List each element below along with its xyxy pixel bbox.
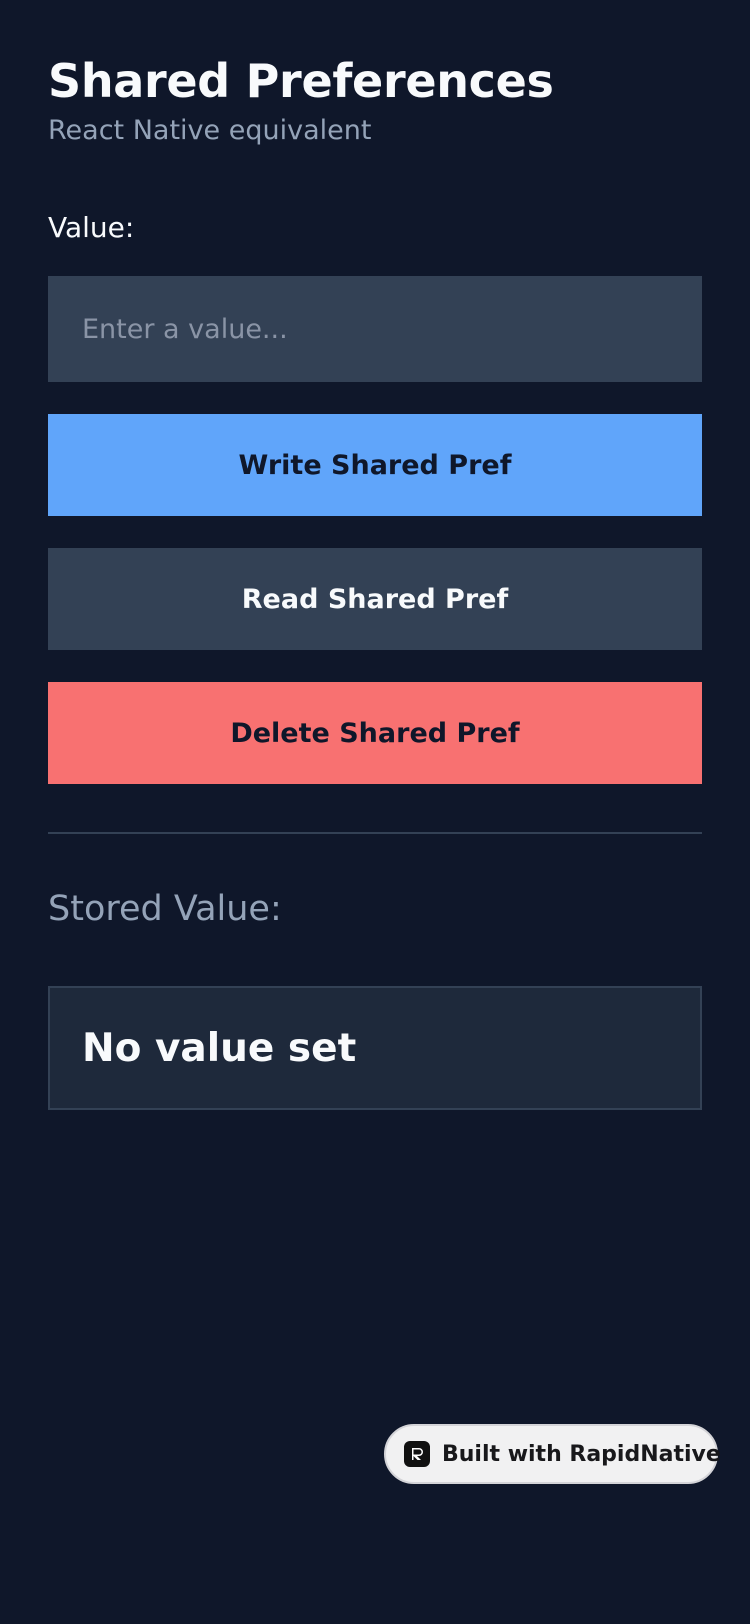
value-input[interactable] [48,276,702,382]
write-shared-pref-button[interactable]: Write Shared Pref [48,414,702,516]
app-screen: Shared Preferences React Native equivale… [0,0,750,1624]
delete-shared-pref-button[interactable]: Delete Shared Pref [48,682,702,784]
rapidnative-logo-icon [404,1441,430,1467]
built-with-rapidnative-badge[interactable]: Built with RapidNative [384,1424,721,1484]
page-title: Shared Preferences [48,54,554,108]
page-subtitle: React Native equivalent [48,115,372,146]
value-label: Value: [48,211,135,244]
stored-value-text: No value set [82,1025,357,1071]
main-content: Shared Preferences React Native equivale… [48,50,702,1110]
stored-value-box: No value set [48,986,702,1110]
section-divider [48,832,702,834]
built-with-label: Built with RapidNative [442,1441,721,1467]
stored-value-label: Stored Value: [48,889,282,929]
read-shared-pref-button[interactable]: Read Shared Pref [48,548,702,650]
